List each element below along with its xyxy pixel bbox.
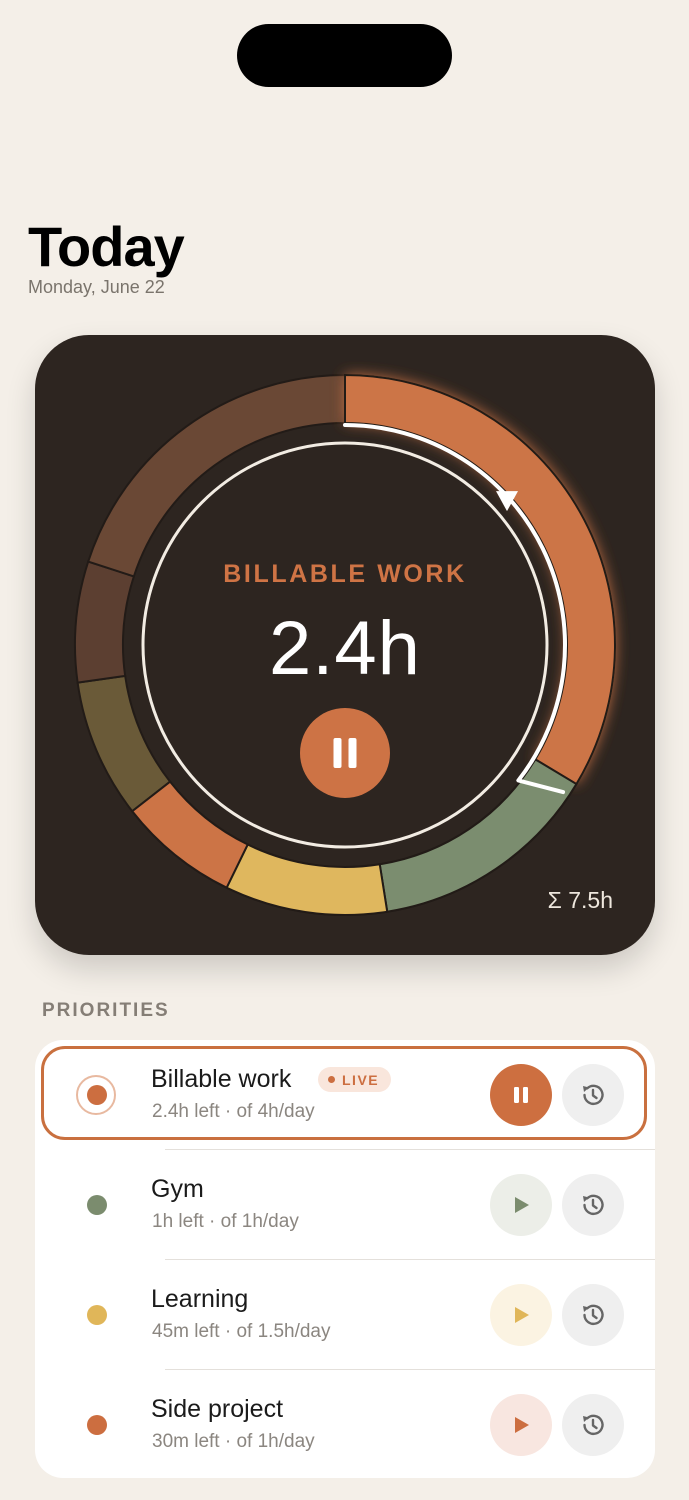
- dial-segment-side-project: [130, 780, 250, 890]
- priority-color-dot: [87, 1195, 107, 1215]
- time-dial-card: BILLABLE WORK 2.4h Σ 7.5h: [35, 335, 655, 955]
- priority-row-billable-work[interactable]: Billable work LIVE 2.4h left · of 4h/day: [35, 1040, 655, 1150]
- dynamic-island: [237, 24, 452, 87]
- active-priority-time: 2.4h: [269, 606, 421, 691]
- pause-button[interactable]: [490, 1064, 552, 1126]
- priority-name: Learning: [151, 1285, 249, 1313]
- live-row-outline: [41, 1046, 647, 1140]
- history-icon: [583, 1084, 604, 1105]
- priority-name: Billable work: [151, 1065, 292, 1093]
- play-button[interactable]: [490, 1284, 552, 1346]
- priorities-list: Billable work LIVE 2.4h left · of 4h/day…: [35, 1040, 655, 1478]
- play-icon: [515, 1417, 529, 1433]
- dial-segment-learning: [225, 843, 389, 916]
- priority-color-dot: [87, 1305, 107, 1325]
- play-icon: [515, 1307, 529, 1323]
- history-button[interactable]: [562, 1064, 624, 1126]
- live-badge: LIVE: [318, 1067, 392, 1092]
- history-button[interactable]: [562, 1284, 624, 1346]
- dial-pause-button[interactable]: [300, 708, 390, 798]
- priorities-heading: PRIORITIES: [42, 1000, 170, 1021]
- total-time: Σ 7.5h: [547, 887, 613, 913]
- dial-segment-faded: [86, 373, 346, 578]
- priority-subtitle: 30m left · of 1h/day: [152, 1431, 315, 1452]
- priority-name: Side project: [151, 1395, 284, 1423]
- pause-icon: [333, 738, 357, 768]
- history-button[interactable]: [562, 1174, 624, 1236]
- priority-row-learning[interactable]: Learning 45m left · of 1.5h/day: [35, 1260, 655, 1370]
- history-icon: [583, 1304, 604, 1325]
- pause-icon: [514, 1087, 528, 1103]
- page-date: Monday, June 22: [28, 277, 165, 297]
- play-button[interactable]: [490, 1174, 552, 1236]
- priority-subtitle: 2.4h left · of 4h/day: [152, 1101, 315, 1122]
- priority-subtitle: 1h left · of 1h/day: [152, 1211, 299, 1232]
- priority-subtitle: 45m left · of 1.5h/day: [152, 1321, 331, 1342]
- priority-row-side-project[interactable]: Side project 30m left · of 1h/day: [35, 1370, 655, 1478]
- priority-name: Gym: [151, 1175, 204, 1203]
- play-button[interactable]: [490, 1394, 552, 1456]
- page-title: Today: [28, 215, 185, 278]
- priority-row-gym[interactable]: Gym 1h left · of 1h/day: [35, 1150, 655, 1260]
- history-button[interactable]: [562, 1394, 624, 1456]
- active-priority-label: BILLABLE WORK: [223, 560, 467, 588]
- history-icon: [583, 1194, 604, 1215]
- dial-segment-faded: [76, 674, 172, 813]
- priority-color-dot: [87, 1415, 107, 1435]
- history-icon: [583, 1414, 604, 1435]
- priority-color-dot: [87, 1085, 107, 1105]
- play-icon: [515, 1197, 529, 1213]
